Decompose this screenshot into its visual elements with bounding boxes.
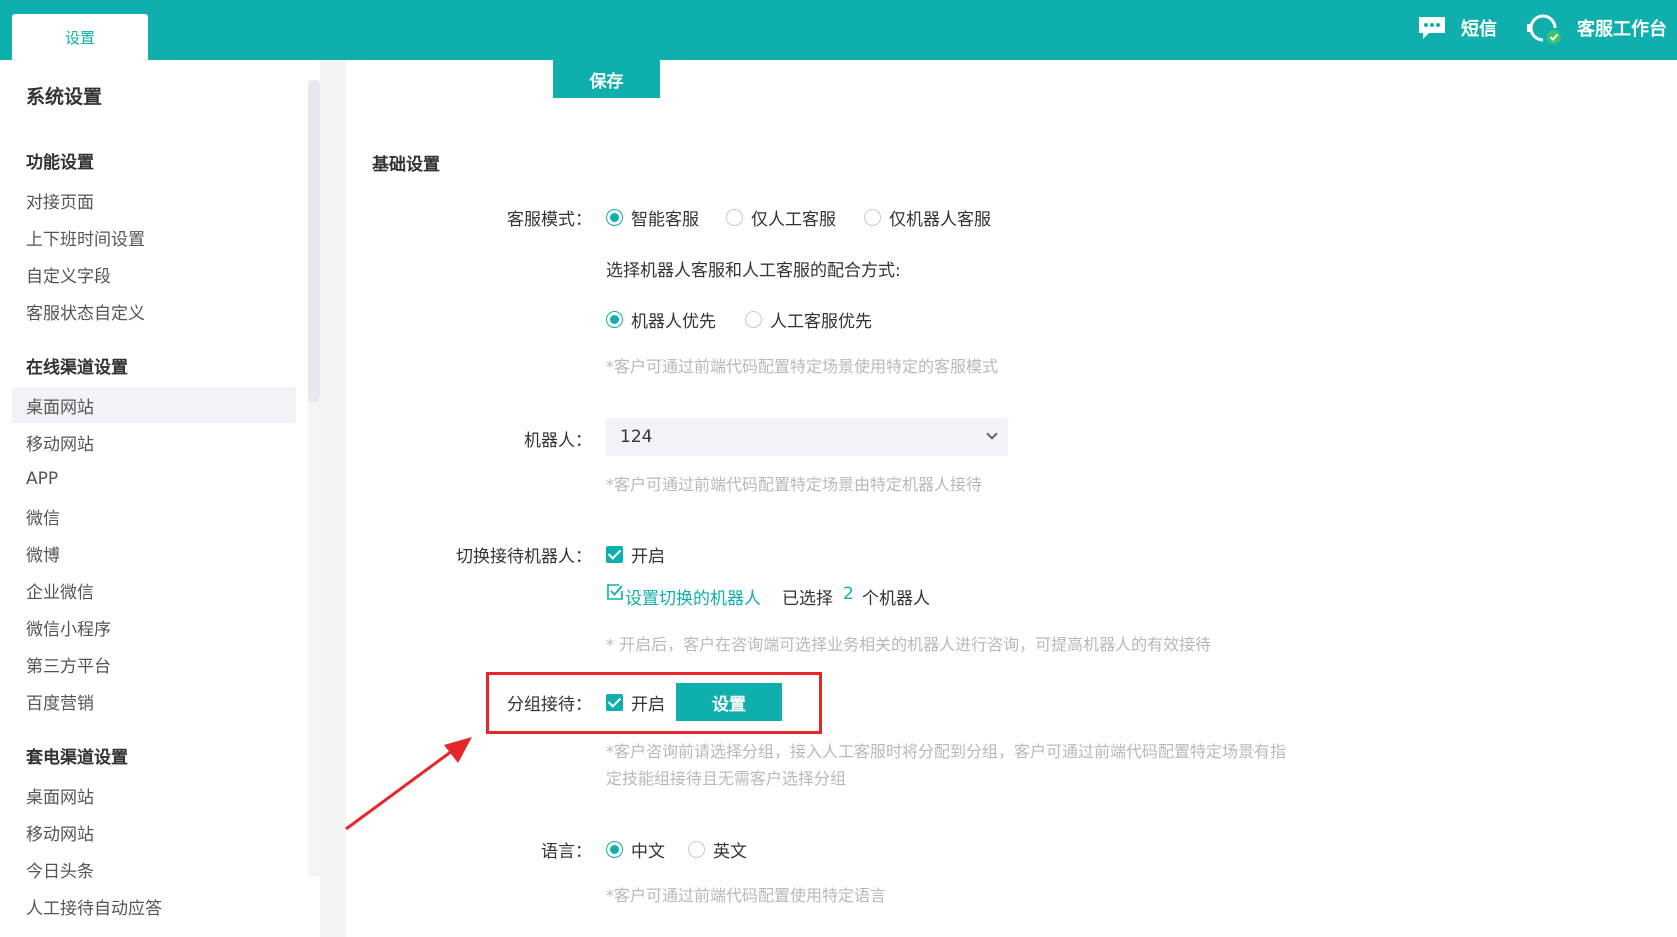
radio-human-only[interactable] — [726, 209, 743, 226]
sidebar-item-desktop-site[interactable]: 桌面网站 — [12, 387, 296, 423]
radio-robot-only[interactable] — [864, 209, 881, 226]
radio-robot-only-label: 仅机器人客服 — [889, 210, 991, 230]
app-root: 设置 短信 客服工作台 系统设置 功能设置 对接页面 上下班时间设置 自定义字段… — [0, 0, 1677, 937]
sidebar-item-lead-desktop-site[interactable]: 桌面网站 — [12, 777, 296, 813]
radio-chinese-label: 中文 — [631, 842, 665, 862]
selected-suffix: 个机器人 — [862, 589, 930, 609]
group-reception-hint-line2: 定技能组接待且无需客户选择分组 — [606, 769, 847, 788]
switch-robot-hint: * 开启后，客户在咨询端可选择业务相关的机器人进行咨询，可提高机器人的有效接待 — [606, 635, 1212, 654]
chevron-down-icon — [986, 428, 998, 440]
sidebar-item-integration-page[interactable]: 对接页面 — [12, 182, 296, 218]
sidebar-item-app[interactable]: APP — [12, 461, 296, 497]
sms-button[interactable]: 短信 — [1417, 15, 1497, 41]
group-reception-hint-line1: *客户咨询前请选择分组，接入人工客服时将分配到分组，客户可通过前端代码配置特定场… — [606, 742, 1287, 761]
headset-status-icon — [1525, 11, 1563, 45]
section-title: 基础设置 — [372, 155, 440, 175]
sidebar-group-lead-channels: 套电渠道设置 — [26, 748, 128, 768]
sidebar-item-toutiao[interactable]: 今日头条 — [12, 851, 296, 887]
message-icon — [1417, 15, 1447, 41]
cooperation-mode-title: 选择机器人客服和人工客服的配合方式: — [606, 261, 901, 281]
radio-smart-service-label: 智能客服 — [631, 210, 699, 230]
robot-select[interactable]: 124 — [606, 418, 1008, 456]
radio-smart-service[interactable] — [606, 209, 623, 226]
sidebar-item-weibo[interactable]: 微博 — [12, 535, 296, 571]
save-button[interactable]: 保存 — [553, 60, 660, 98]
edit-check-icon — [606, 583, 624, 601]
sidebar-item-lead-mobile-site[interactable]: 移动网站 — [12, 814, 296, 850]
robot-hint: *客户可通过前端代码配置特定场景由特定机器人接待 — [606, 475, 983, 494]
robot-label: 机器人： — [524, 431, 592, 451]
radio-human-only-label: 仅人工客服 — [751, 210, 836, 230]
tab-settings[interactable]: 设置 — [12, 14, 148, 60]
robot-select-value: 124 — [620, 427, 653, 447]
sidebar-item-work-hours[interactable]: 上下班时间设置 — [12, 219, 296, 255]
service-mode-label: 客服模式： — [507, 210, 592, 230]
radio-human-first-label: 人工客服优先 — [770, 312, 872, 332]
sidebar-item-agent-status[interactable]: 客服状态自定义 — [12, 293, 296, 329]
selected-count: 2 — [843, 584, 854, 604]
sms-label: 短信 — [1461, 19, 1497, 40]
sidebar-item-wecom[interactable]: 企业微信 — [12, 572, 296, 608]
sidebar-item-third-party[interactable]: 第三方平台 — [12, 646, 296, 682]
sidebar-item-baidu[interactable]: 百度营销 — [12, 683, 296, 719]
workspace-label: 客服工作台 — [1577, 19, 1667, 40]
sidebar-item-mini-program[interactable]: 微信小程序 — [12, 609, 296, 645]
switch-robot-checkbox[interactable] — [606, 546, 623, 563]
sidebar-group-online-channels: 在线渠道设置 — [26, 358, 128, 378]
selected-prefix: 已选择 — [782, 589, 833, 609]
sidebar-group-features: 功能设置 — [26, 153, 94, 173]
service-mode-hint: *客户可通过前端代码配置特定场景使用特定的客服模式 — [606, 357, 999, 376]
language-label: 语言： — [541, 842, 592, 862]
sidebar-item-custom-fields[interactable]: 自定义字段 — [12, 256, 296, 292]
switch-robot-checkbox-label: 开启 — [631, 547, 665, 567]
sidebar-scrollbar-thumb[interactable] — [308, 80, 320, 402]
radio-english[interactable] — [688, 841, 705, 858]
sidebar: 系统设置 功能设置 对接页面 上下班时间设置 自定义字段 客服状态自定义 在线渠… — [0, 60, 320, 937]
highlight-annotation-box — [486, 672, 822, 734]
sidebar-item-mobile-site[interactable]: 移动网站 — [12, 424, 296, 460]
annotation-arrow-icon — [345, 737, 472, 831]
radio-chinese[interactable] — [606, 841, 623, 858]
workspace-button[interactable]: 客服工作台 — [1525, 11, 1667, 45]
sidebar-title: 系统设置 — [26, 86, 103, 108]
radio-robot-first[interactable] — [606, 311, 623, 328]
radio-english-label: 英文 — [713, 842, 747, 862]
sidebar-item-auto-reply[interactable]: 人工接待自动应答 — [12, 888, 296, 924]
switch-robot-label: 切换接待机器人： — [456, 547, 592, 567]
radio-robot-first-label: 机器人优先 — [631, 312, 716, 332]
top-right-actions: 短信 客服工作台 — [1417, 0, 1667, 56]
language-hint: *客户可通过前端代码配置使用特定语言 — [606, 886, 887, 905]
radio-human-first[interactable] — [745, 311, 762, 328]
set-switch-robot-link[interactable]: 设置切换的机器人 — [625, 584, 761, 609]
sidebar-item-wechat[interactable]: 微信 — [12, 498, 296, 534]
top-bar: 设置 短信 客服工作台 — [0, 0, 1677, 60]
